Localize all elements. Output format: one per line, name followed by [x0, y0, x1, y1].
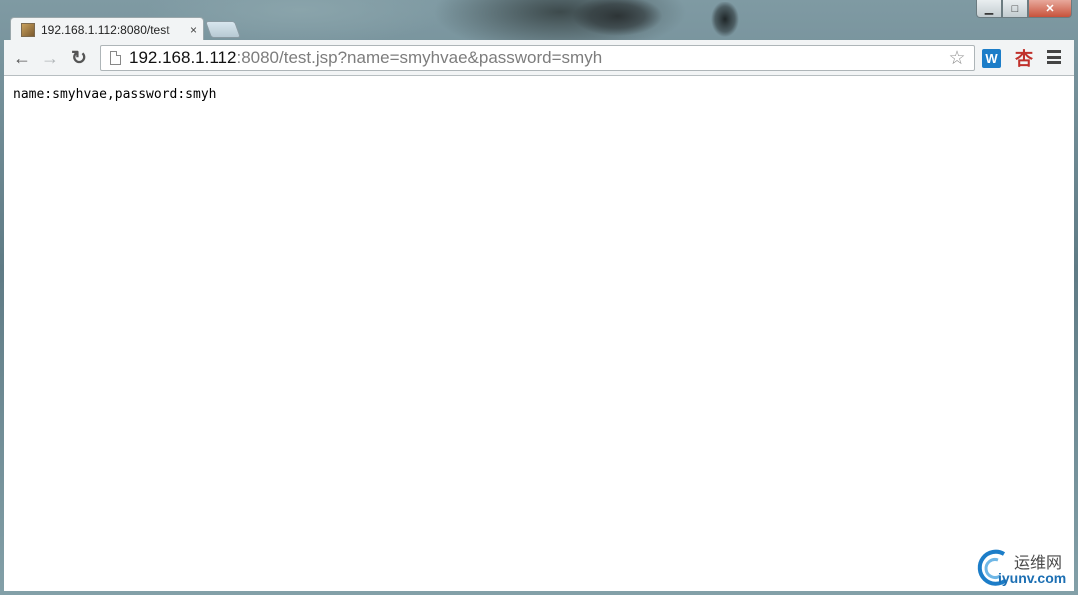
browser-window: ▁ □ ✕ 192.168.1.112:8080/test × ← → ↻ 19…: [0, 0, 1078, 595]
bookmark-star-icon[interactable]: ☆: [946, 47, 968, 69]
url-text[interactable]: 192.168.1.112:8080/test.jsp?name=smyhvae…: [129, 48, 946, 68]
page-icon: [110, 51, 121, 65]
toolbar: ← → ↻ 192.168.1.112:8080/test.jsp?name=s…: [4, 40, 1074, 76]
tab-active[interactable]: 192.168.1.112:8080/test ×: [10, 17, 204, 41]
extension-xing-icon[interactable]: 杏: [1014, 47, 1034, 70]
menu-icon[interactable]: [1047, 50, 1061, 64]
maximize-button[interactable]: □: [1002, 0, 1028, 18]
extension-w-icon[interactable]: W: [982, 49, 1001, 68]
watermark-en-text: iyunv.com: [998, 570, 1067, 586]
minimize-button[interactable]: ▁: [976, 0, 1002, 18]
forward-button[interactable]: →: [40, 48, 60, 68]
response-text: name:smyhvae,password:smyh: [13, 87, 217, 102]
tab-close-icon[interactable]: ×: [190, 23, 197, 37]
close-window-button[interactable]: ✕: [1028, 0, 1072, 18]
page-content: name:smyhvae,password:smyh: [4, 76, 1074, 591]
url-host: 192.168.1.112: [129, 48, 237, 67]
reload-button[interactable]: ↻: [69, 48, 89, 69]
favicon-icon: [21, 22, 35, 37]
url-path: :8080/test.jsp?name=smyhvae&password=smy…: [236, 48, 603, 67]
watermark-logo: 运维网 iyunv.com: [974, 546, 1074, 590]
window-controls: ▁ □ ✕: [976, 0, 1072, 18]
theme-bird-image: [570, 0, 665, 40]
address-bar[interactable]: 192.168.1.112:8080/test.jsp?name=smyhvae…: [100, 45, 975, 71]
tab-title: 192.168.1.112:8080/test: [41, 22, 170, 37]
back-button[interactable]: ←: [12, 48, 32, 68]
theme-figure-image: [705, 2, 745, 40]
new-tab-button[interactable]: [204, 21, 242, 38]
